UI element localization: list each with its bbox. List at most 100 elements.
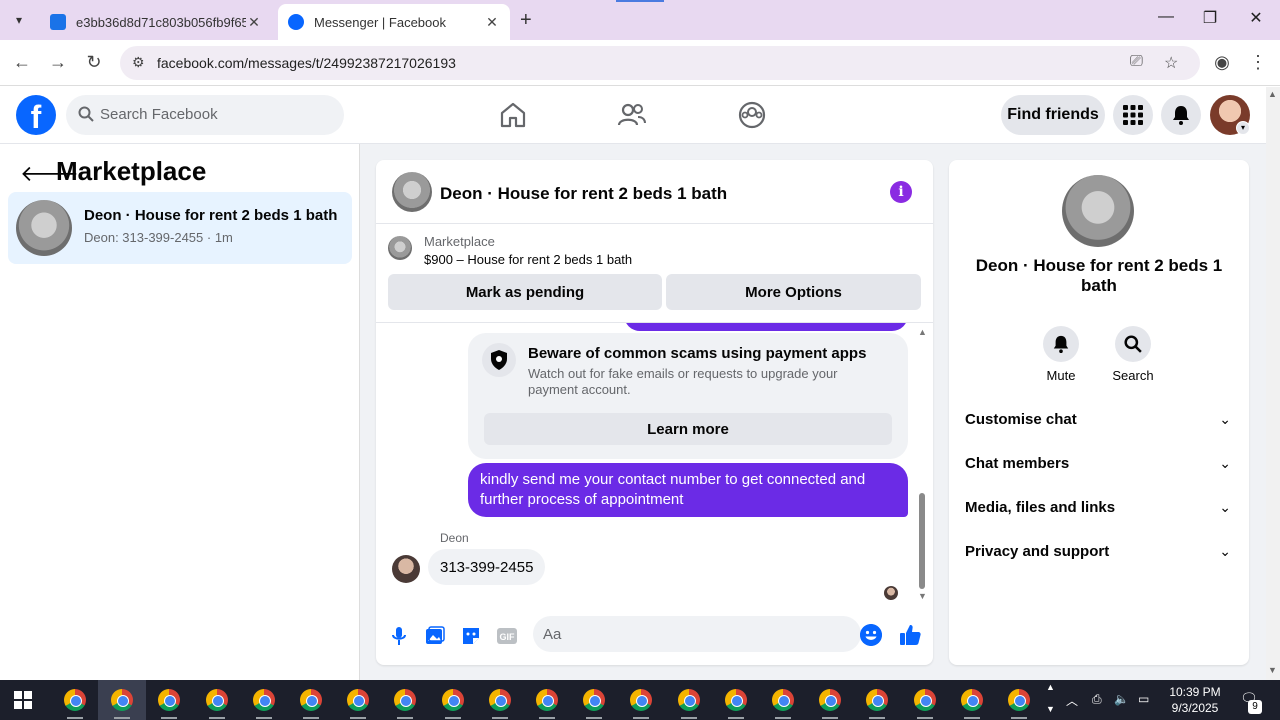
windows-start-icon[interactable] xyxy=(14,691,32,709)
listing-price-title[interactable]: $900 – House for rent 2 beds 1 bath xyxy=(424,252,632,267)
photo-icon[interactable] xyxy=(424,625,446,647)
site-info-icon[interactable]: ⚙ xyxy=(132,54,145,71)
notifications-bell-icon[interactable] xyxy=(1161,95,1201,135)
battery-icon[interactable]: ▭ xyxy=(1138,692,1149,706)
scroll-up-icon[interactable]: ▲ xyxy=(918,327,927,337)
tab-title: e3bb36d8d71c803b056fb9f656 xyxy=(76,14,246,30)
previous-message-bubble xyxy=(624,323,908,331)
search-label: Search xyxy=(1112,368,1154,383)
profile-icon[interactable]: ◉ xyxy=(1210,52,1234,73)
taskbar-app-running-indicator xyxy=(539,717,555,719)
taskbar-chrome-app-icon[interactable] xyxy=(536,689,558,711)
friends-icon[interactable] xyxy=(616,99,648,131)
taskbar-chrome-app-icon[interactable] xyxy=(158,689,180,711)
taskbar-clock[interactable]: 10:39 PM 9/3/2025 xyxy=(1160,684,1230,716)
taskbar-chrome-app-icon[interactable] xyxy=(394,689,416,711)
restore-icon[interactable]: ❐ xyxy=(1190,8,1230,28)
chat-members-section[interactable]: Chat members ⌄ xyxy=(949,445,1249,485)
taskbar-chrome-app-icon[interactable] xyxy=(583,689,605,711)
sender-avatar[interactable] xyxy=(392,555,420,583)
taskbar-scroll-down-icon[interactable]: ▼ xyxy=(1046,704,1055,714)
close-tab-icon[interactable]: ✕ xyxy=(484,14,500,31)
learn-more-button[interactable]: Learn more xyxy=(484,413,892,445)
incoming-message-bubble[interactable]: 313-399-2455 xyxy=(428,549,546,585)
search-icon[interactable] xyxy=(1115,326,1151,362)
taskbar-chrome-app-icon[interactable] xyxy=(300,689,322,711)
outgoing-message-bubble[interactable]: kindly send me your contact number to ge… xyxy=(468,463,908,517)
taskbar-chrome-app-icon[interactable] xyxy=(111,689,133,711)
search-action[interactable]: Search xyxy=(1103,326,1163,383)
mute-action[interactable]: Mute xyxy=(1031,326,1091,383)
scroll-down-icon[interactable]: ▼ xyxy=(918,591,927,601)
groups-icon[interactable] xyxy=(736,99,768,131)
taskbar-chrome-app-icon[interactable] xyxy=(678,689,700,711)
facebook-logo-icon[interactable]: f xyxy=(16,95,56,135)
close-tab-icon[interactable]: ✕ xyxy=(246,14,262,31)
search-icon xyxy=(78,106,94,122)
emoji-icon[interactable] xyxy=(860,624,882,646)
scroll-thumb[interactable] xyxy=(919,493,925,589)
chevron-down-icon[interactable]: ▾ xyxy=(1236,121,1250,135)
install-app-icon[interactable]: ⎚ xyxy=(1130,53,1143,71)
microphone-icon[interactable] xyxy=(388,625,410,647)
scroll-up-icon[interactable]: ▲ xyxy=(1268,89,1277,99)
find-friends-button[interactable]: Find friends xyxy=(1001,95,1105,135)
back-icon[interactable]: ← xyxy=(10,52,34,73)
taskbar-chrome-app-icon[interactable] xyxy=(206,689,228,711)
forward-icon[interactable]: → xyxy=(46,52,70,73)
browser-menu-icon[interactable]: ⋮ xyxy=(1246,52,1270,73)
tab-search-button[interactable]: ▾ xyxy=(8,9,30,31)
taskbar-chrome-app-icon[interactable] xyxy=(1008,689,1030,711)
browser-tab-active[interactable]: Messenger | Facebook ✕ xyxy=(278,4,510,40)
scroll-down-icon[interactable]: ▼ xyxy=(1268,665,1277,675)
marketplace-listing-bar: Marketplace $900 – House for rent 2 beds… xyxy=(376,224,933,322)
message-composer: GIF Aa xyxy=(376,612,933,658)
message-scrollbar[interactable]: ▲ ▼ xyxy=(916,327,928,601)
taskbar-chrome-app-icon[interactable] xyxy=(253,689,275,711)
search-facebook-input[interactable]: Search Facebook xyxy=(66,95,344,135)
menu-grid-icon[interactable] xyxy=(1113,95,1153,135)
info-icon[interactable]: i xyxy=(890,181,912,203)
address-bar[interactable]: ⚙ facebook.com/messages/t/24992387217026… xyxy=(120,46,1200,80)
sticker-icon[interactable] xyxy=(460,625,482,647)
taskbar-chrome-app-icon[interactable] xyxy=(630,689,652,711)
conversation-list-item[interactable]: Deon · House for rent 2 beds 1 bath Deon… xyxy=(8,192,352,264)
tray-overflow-chevron-icon[interactable]: ︿ xyxy=(1066,692,1078,709)
mark-as-pending-button[interactable]: Mark as pending xyxy=(388,274,662,310)
bookmark-star-icon[interactable]: ☆ xyxy=(1164,53,1178,73)
taskbar-chrome-app-icon[interactable] xyxy=(914,689,936,711)
taskbar-app-running-indicator xyxy=(161,717,177,719)
taskbar-chrome-app-icon[interactable] xyxy=(64,689,86,711)
taskbar-chrome-app-icon[interactable] xyxy=(725,689,747,711)
taskbar-chrome-app-icon[interactable] xyxy=(819,689,841,711)
like-thumbs-up-icon[interactable] xyxy=(898,623,922,647)
taskbar-chrome-app-icon[interactable] xyxy=(347,689,369,711)
page-scrollbar[interactable]: ▲ ▼ xyxy=(1266,87,1280,680)
new-tab-plus-icon[interactable]: + xyxy=(520,9,532,32)
taskbar-chrome-app-icon[interactable] xyxy=(772,689,794,711)
taskbar-chrome-app-icon[interactable] xyxy=(866,689,888,711)
chat-details-panel: Deon · House for rent 2 beds 1 bath Mute… xyxy=(949,160,1249,665)
network-icon[interactable]: ⎙ xyxy=(1092,692,1102,707)
reload-icon[interactable]: ↻ xyxy=(82,52,106,73)
message-input[interactable]: Aa xyxy=(533,616,861,652)
home-icon[interactable] xyxy=(497,99,529,131)
privacy-support-section[interactable]: Privacy and support ⌄ xyxy=(949,533,1249,573)
window-close-icon[interactable]: ✕ xyxy=(1236,8,1276,28)
listing-thumbnail-large[interactable] xyxy=(1062,175,1134,247)
volume-icon[interactable]: 🔈 xyxy=(1114,692,1129,706)
url-text[interactable]: facebook.com/messages/t/2499238721702619… xyxy=(157,55,456,71)
customise-chat-section[interactable]: Customise chat ⌄ xyxy=(949,401,1249,441)
gif-icon[interactable]: GIF xyxy=(496,625,518,647)
taskbar-chrome-app-icon[interactable] xyxy=(961,689,983,711)
chat-title[interactable]: Deon · House for rent 2 beds 1 bath xyxy=(440,184,727,204)
bell-icon[interactable] xyxy=(1043,326,1079,362)
more-options-button[interactable]: More Options xyxy=(666,274,921,310)
taskbar-chrome-app-icon[interactable] xyxy=(442,689,464,711)
media-files-links-section[interactable]: Media, files and links ⌄ xyxy=(949,489,1249,529)
taskbar-chrome-app-icon[interactable] xyxy=(489,689,511,711)
taskbar-scroll-up-icon[interactable]: ▲ xyxy=(1046,682,1055,692)
browser-tab-inactive[interactable]: e3bb36d8d71c803b056fb9f656 ✕ xyxy=(40,4,272,40)
listing-thumbnail[interactable] xyxy=(392,172,432,212)
minimize-icon[interactable]: — xyxy=(1146,8,1186,26)
